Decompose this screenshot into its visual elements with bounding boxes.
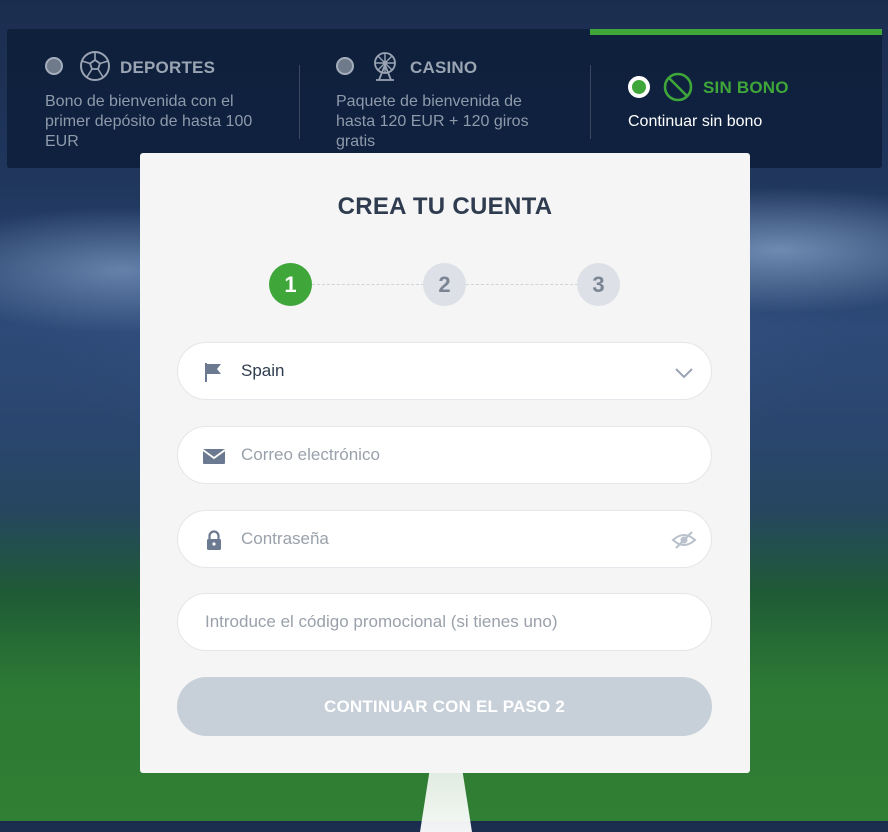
flag-icon bbox=[205, 363, 221, 382]
country-select[interactable]: Spain bbox=[177, 342, 712, 400]
email-placeholder: Correo electrónico bbox=[241, 445, 380, 464]
step-connector bbox=[466, 284, 578, 285]
step-2-indicator: 2 bbox=[423, 263, 466, 306]
ferris-wheel-icon bbox=[374, 52, 396, 81]
password-placeholder: Contraseña bbox=[241, 529, 329, 548]
promo-code-placeholder: Introduce el código promocional (si tien… bbox=[205, 612, 558, 631]
envelope-icon bbox=[202, 449, 226, 464]
step-connector bbox=[312, 284, 424, 285]
bonus-title-casino: CASINO bbox=[410, 58, 478, 77]
bonus-divider bbox=[299, 65, 300, 139]
pitch-line bbox=[420, 772, 472, 832]
password-field[interactable]: Contraseña bbox=[177, 510, 712, 568]
step-3-indicator: 3 bbox=[577, 263, 620, 306]
eye-slash-icon[interactable] bbox=[671, 527, 697, 553]
bonus-selector: DEPORTES Bono de bienvenida con el prime… bbox=[7, 29, 882, 168]
selected-bonus-indicator bbox=[590, 29, 882, 35]
bonus-divider bbox=[590, 65, 591, 139]
no-bonus-icon bbox=[663, 72, 693, 102]
country-value: Spain bbox=[241, 361, 285, 380]
lock-icon bbox=[207, 530, 221, 550]
registration-card: CREA TU CUENTA 1 2 3 Spain Correo electr… bbox=[140, 153, 750, 773]
bonus-title-deportes: DEPORTES bbox=[120, 58, 216, 77]
email-field[interactable]: Correo electrónico bbox=[177, 426, 712, 484]
chevron-down-icon[interactable] bbox=[671, 360, 697, 386]
bonus-option-casino[interactable]: CASINO Paquete de bienvenida de hasta 12… bbox=[336, 29, 586, 168]
bonus-radio-casino[interactable] bbox=[336, 57, 354, 75]
bonus-radio-sin-bono[interactable] bbox=[628, 76, 650, 98]
step-1-indicator: 1 bbox=[269, 263, 312, 306]
soccer-ball-icon bbox=[80, 51, 110, 81]
bonus-option-deportes[interactable]: DEPORTES Bono de bienvenida con el prime… bbox=[45, 29, 295, 168]
bonus-desc-deportes: Bono de bienvenida con el primer depósit… bbox=[45, 93, 253, 150]
bonus-desc-casino: Paquete de bienvenida de hasta 120 EUR +… bbox=[336, 93, 529, 150]
bonus-desc-sin-bono: Continuar sin bono bbox=[628, 113, 763, 130]
page-title: CREA TU CUENTA bbox=[337, 193, 553, 220]
promo-code-field[interactable]: Introduce el código promocional (si tien… bbox=[177, 593, 712, 651]
continue-step-2-button[interactable]: CONTINUAR CON EL PASO 2 bbox=[177, 677, 712, 736]
bonus-title-sin-bono: SIN BONO bbox=[703, 78, 789, 97]
bonus-radio-deportes[interactable] bbox=[45, 57, 63, 75]
bonus-option-sin-bono[interactable]: SIN BONO Continuar sin bono bbox=[627, 29, 877, 168]
